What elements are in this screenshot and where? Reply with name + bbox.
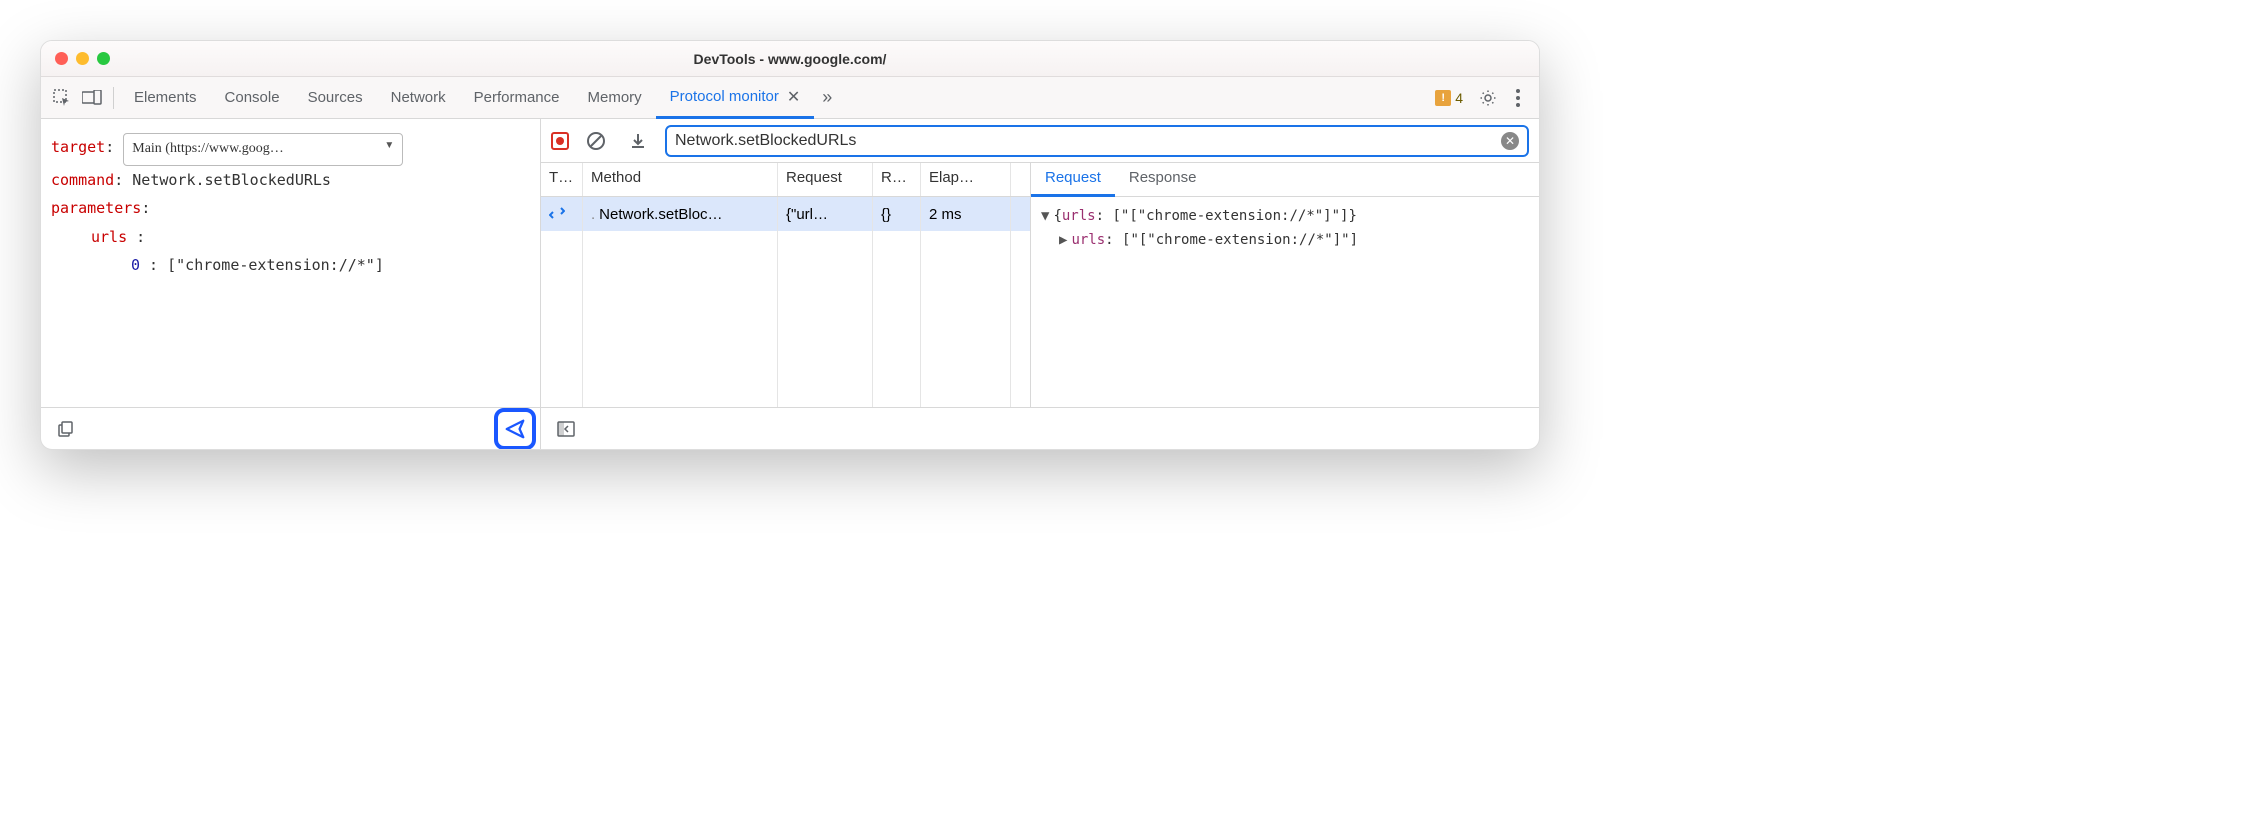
close-tab-icon[interactable]: ✕ [787, 87, 800, 107]
window-title: DevTools - www.google.com/ [41, 51, 1539, 67]
main-tabbar: Elements Console Sources Network Perform… [41, 77, 1539, 119]
record-icon [556, 137, 564, 145]
detail-panel: Request Response ▼{urls: ["["chrome-exte… [1031, 163, 1539, 407]
settings-icon[interactable] [1473, 83, 1503, 113]
command-value[interactable]: Network.setBlockedURLs [132, 171, 331, 189]
header-request[interactable]: Request [778, 163, 873, 196]
record-button[interactable] [551, 132, 569, 150]
filter-value: Network.setBlockedURLs [675, 132, 856, 150]
tab-protocol-monitor[interactable]: Protocol monitor ✕ [656, 78, 815, 119]
row-request: {"url… [778, 197, 873, 231]
header-method[interactable]: Method [583, 163, 778, 196]
warnings-badge[interactable]: ! 4 [1435, 90, 1463, 106]
traffic-lights [55, 52, 110, 65]
content-area: target: Main (https://www.goog… command:… [41, 119, 1539, 449]
close-window-button[interactable] [55, 52, 68, 65]
row-type-icon [541, 197, 583, 231]
tab-network[interactable]: Network [377, 77, 460, 118]
detail-line-2[interactable]: ▶urls: ["["chrome-extension://*"]"] [1041, 229, 1529, 253]
monitor-columns: T… Method Request R… Elap… .Network.setB… [541, 163, 1539, 407]
grid-header: T… Method Request R… Elap… [541, 163, 1030, 197]
message-grid: T… Method Request R… Elap… .Network.setB… [541, 163, 1031, 407]
parameters-row: parameters: [51, 194, 530, 223]
clear-icon[interactable] [581, 126, 611, 156]
row-elapsed: 2 ms [921, 197, 1011, 231]
minimize-window-button[interactable] [76, 52, 89, 65]
inspect-element-icon[interactable] [47, 83, 77, 113]
row-method: .Network.setBloc… [583, 197, 778, 231]
detail-line-1[interactable]: ▼{urls: ["["chrome-extension://*"]"]} [1041, 205, 1529, 229]
monitor-toolbar: Network.setBlockedURLs ✕ [541, 119, 1539, 163]
devtools-window: DevTools - www.google.com/ Elements Cons… [40, 40, 1540, 450]
tab-memory[interactable]: Memory [574, 77, 656, 118]
grid-empty [541, 231, 1030, 407]
param-key: urls [91, 228, 127, 246]
tab-sources[interactable]: Sources [294, 77, 377, 118]
param-index: 0 [131, 256, 140, 274]
header-type[interactable]: T… [541, 163, 583, 196]
target-select[interactable]: Main (https://www.goog… [123, 133, 403, 166]
param-urls-row: urls : [51, 223, 530, 252]
titlebar: DevTools - www.google.com/ [41, 41, 1539, 77]
expand-icon[interactable]: ▼ [1041, 208, 1049, 224]
tab-elements[interactable]: Elements [120, 77, 211, 118]
expand-icon[interactable]: ▶ [1059, 232, 1067, 248]
target-label: target [51, 138, 105, 156]
param-value[interactable]: ["chrome-extension://*"] [167, 256, 384, 274]
clear-filter-icon[interactable]: ✕ [1501, 132, 1519, 150]
command-label: command [51, 171, 114, 189]
command-editor-body: target: Main (https://www.goog… command:… [41, 119, 540, 407]
editor-footer [41, 407, 540, 449]
maximize-window-button[interactable] [97, 52, 110, 65]
send-command-button[interactable] [494, 408, 536, 450]
monitor-panel: Network.setBlockedURLs ✕ T… Method Reque… [541, 119, 1539, 449]
detail-tab-response[interactable]: Response [1115, 163, 1211, 196]
detail-body: ▼{urls: ["["chrome-extension://*"]"]} ▶u… [1031, 197, 1539, 261]
parameters-label: parameters [51, 199, 141, 217]
monitor-footer [541, 407, 1539, 449]
filter-input[interactable]: Network.setBlockedURLs ✕ [665, 125, 1529, 157]
header-elapsed[interactable]: Elap… [921, 163, 1011, 196]
toggle-sidebar-icon[interactable] [551, 414, 581, 444]
copy-icon[interactable] [51, 414, 81, 444]
tab-label: Protocol monitor [670, 88, 779, 105]
tab-console[interactable]: Console [211, 77, 294, 118]
warnings-count: 4 [1455, 90, 1463, 106]
command-row: command: Network.setBlockedURLs [51, 166, 530, 195]
grid-row[interactable]: .Network.setBloc… {"url… {} 2 ms [541, 197, 1030, 231]
row-response: {} [873, 197, 921, 231]
tab-performance[interactable]: Performance [460, 77, 574, 118]
detail-tabs: Request Response [1031, 163, 1539, 197]
device-toolbar-icon[interactable] [77, 83, 107, 113]
command-editor-panel: target: Main (https://www.goog… command:… [41, 119, 541, 449]
more-tabs-button[interactable]: » [814, 87, 840, 108]
separator [113, 87, 114, 109]
detail-tab-request[interactable]: Request [1031, 163, 1115, 197]
warning-icon: ! [1435, 90, 1451, 106]
target-row: target: Main (https://www.goog… [51, 133, 530, 166]
header-response[interactable]: R… [873, 163, 921, 196]
kebab-menu-icon[interactable] [1503, 83, 1533, 113]
param-item-row: 0 : ["chrome-extension://*"] [51, 251, 530, 280]
download-icon[interactable] [623, 126, 653, 156]
